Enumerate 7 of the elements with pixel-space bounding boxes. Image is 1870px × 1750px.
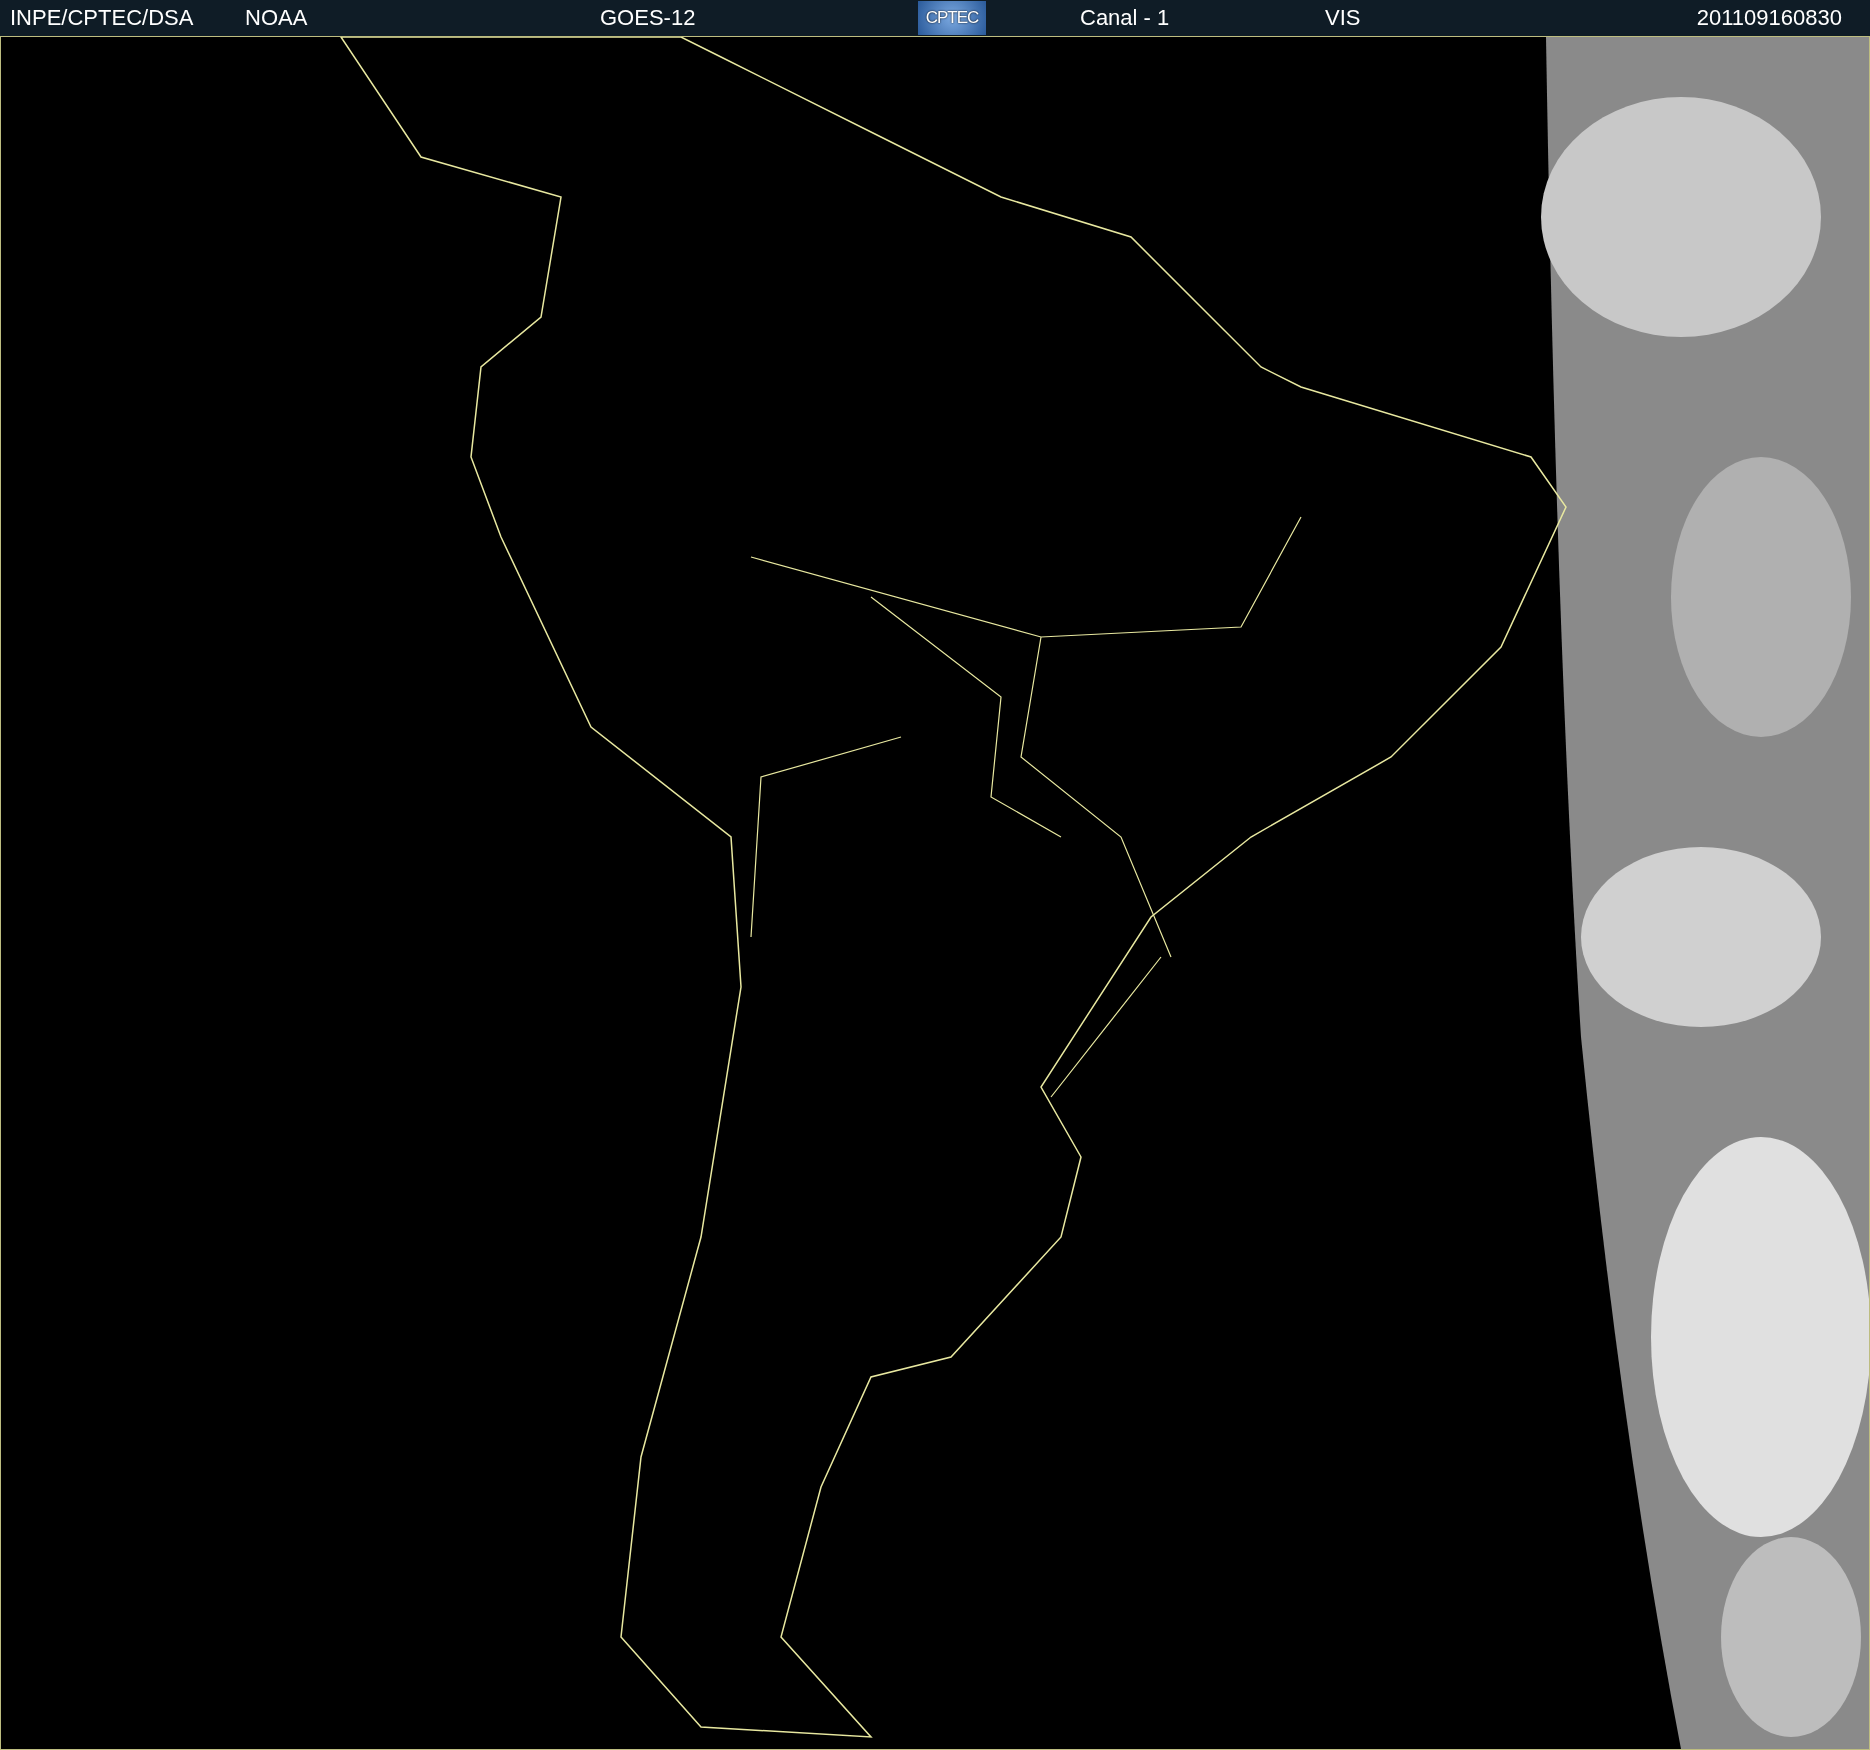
source-label: INPE/CPTEC/DSA: [10, 5, 194, 31]
timestamp-label: 201109160830: [1696, 5, 1842, 31]
channel-label: Canal - 1: [1080, 5, 1170, 31]
satellite-label: GOES-12: [600, 5, 696, 31]
band-label: VIS: [1325, 5, 1361, 31]
agency-label: NOAA: [245, 5, 308, 31]
logo: CPTEC: [918, 1, 986, 35]
